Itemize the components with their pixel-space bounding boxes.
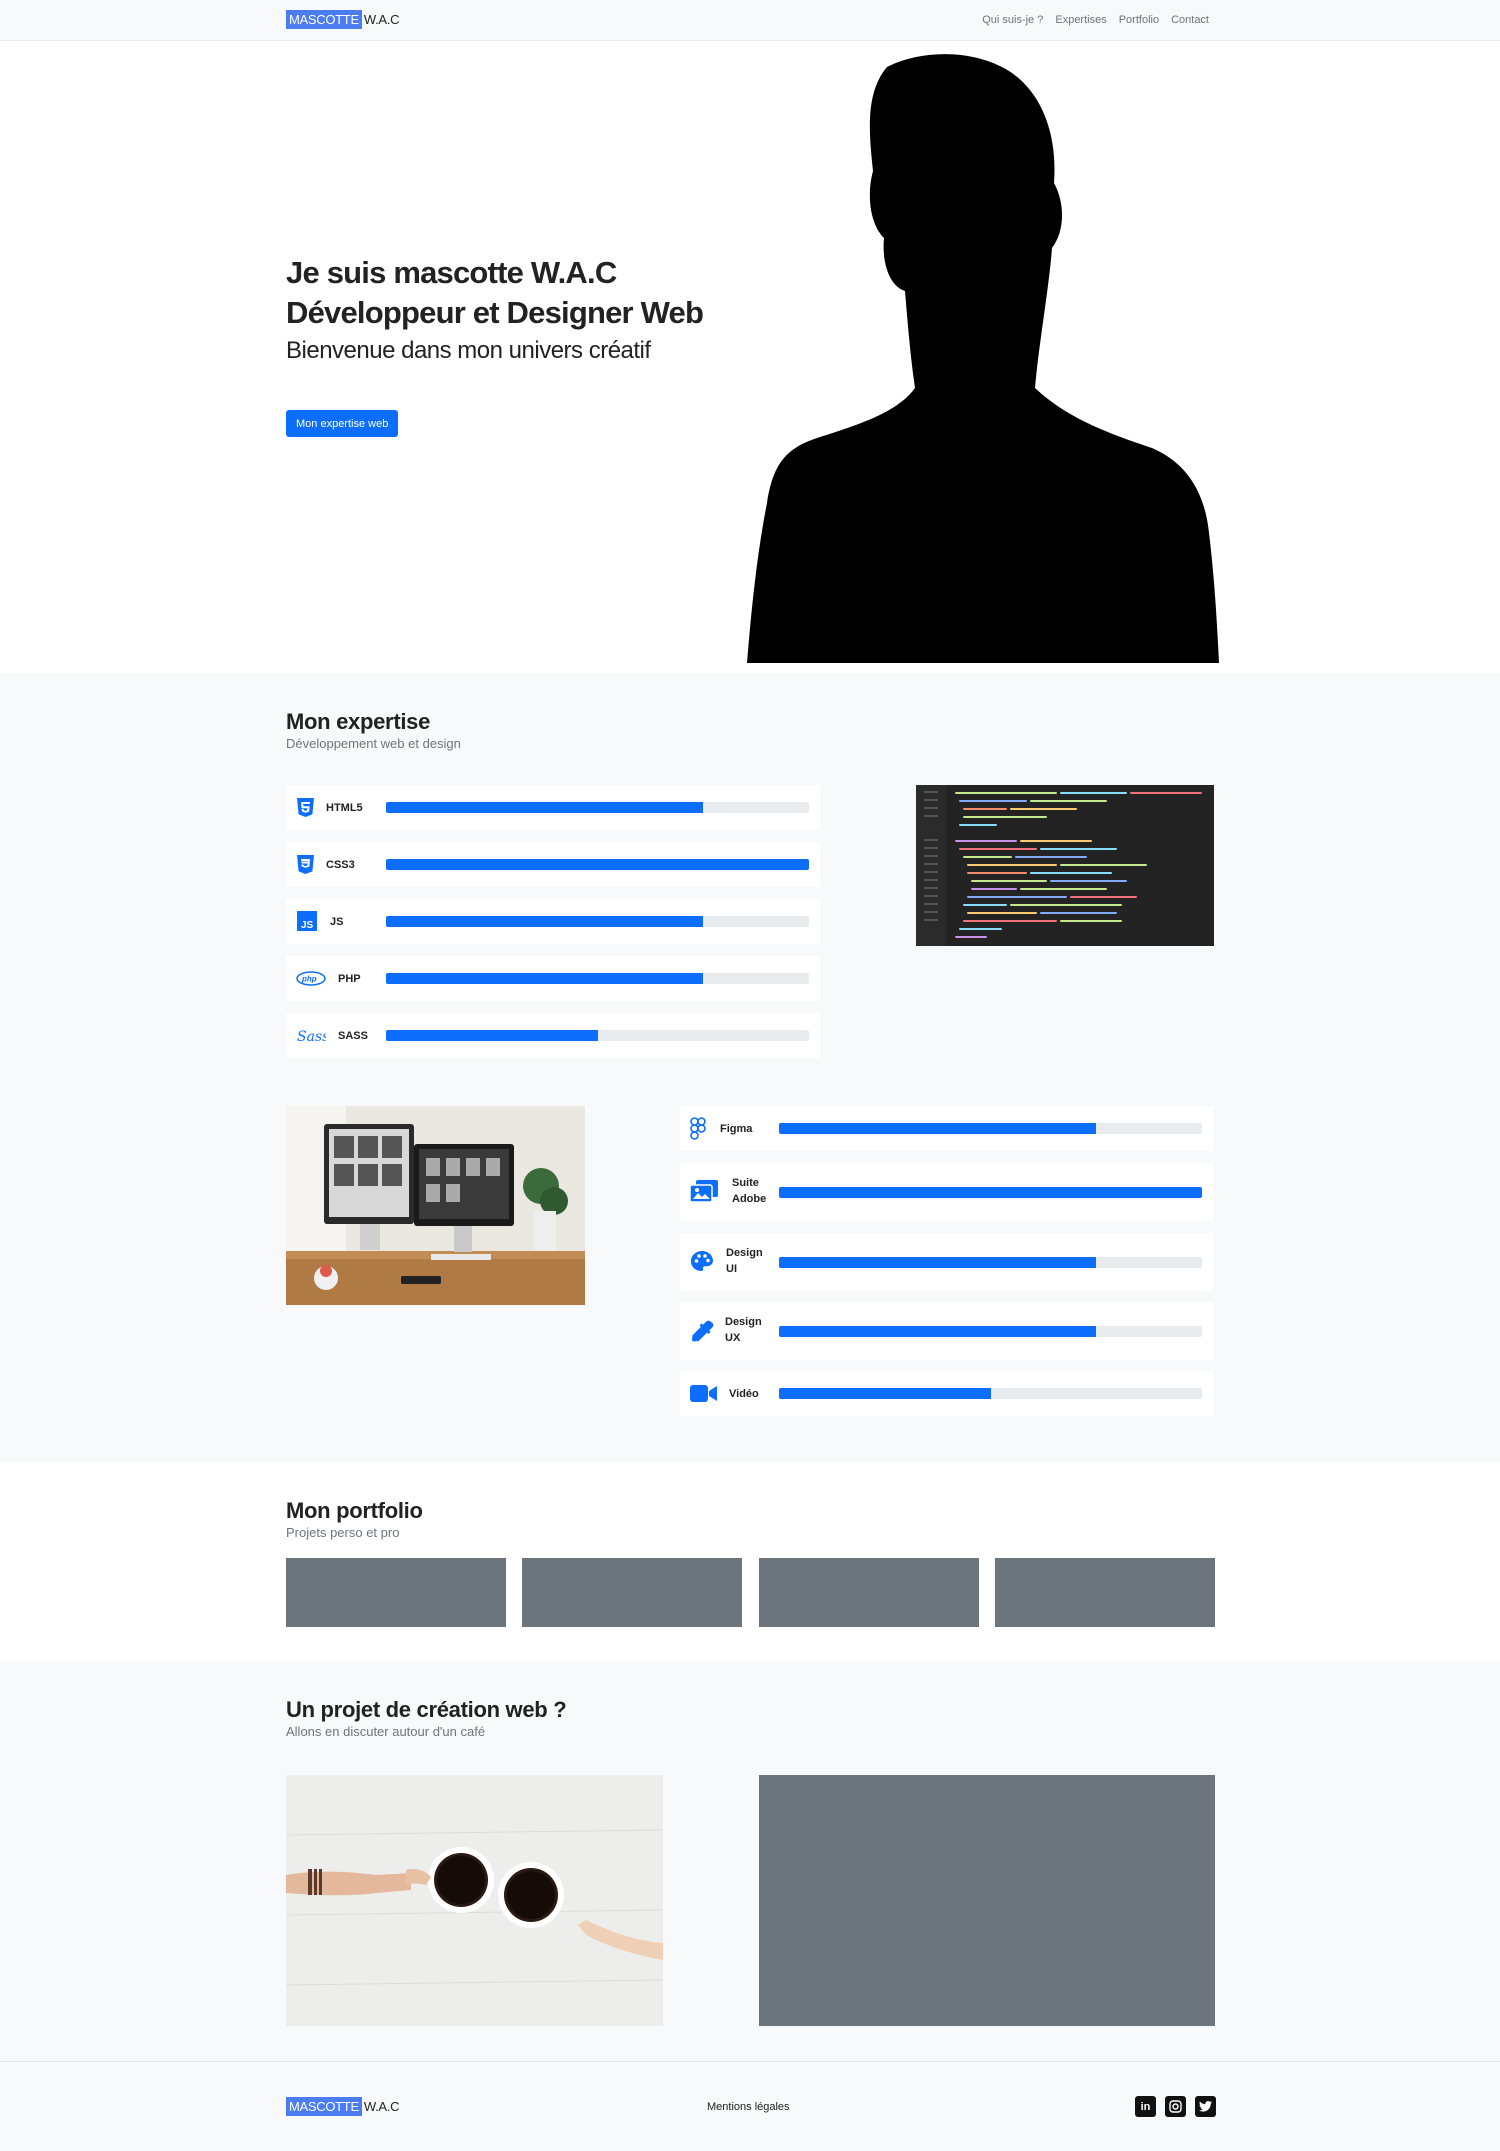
skill-level-bar (779, 1326, 1097, 1337)
skill-level-bar (386, 802, 704, 813)
js-icon: JS (297, 911, 317, 931)
svg-text:JS: JS (301, 920, 314, 931)
skill-level-bar (779, 1257, 1097, 1268)
skill-track (386, 973, 809, 984)
hero-title-line2: Développeur et Designer Web (286, 295, 704, 330)
legal-notice-link[interactable]: Mentions légales (707, 2101, 790, 2113)
portfolio-tile[interactable] (522, 1558, 742, 1627)
instagram-icon[interactable] (1165, 2096, 1186, 2117)
skill-level-bar (779, 1388, 991, 1399)
brand-logo[interactable]: MASCOTTE W.A.C (286, 10, 399, 29)
skill-row-php: php PHP (286, 956, 820, 1001)
portfolio-tile[interactable] (759, 1558, 979, 1627)
social-links: in (1135, 2096, 1216, 2117)
images-icon (690, 1180, 718, 1203)
portfolio-title: Mon portfolio (286, 1498, 423, 1523)
skill-track (779, 1388, 1202, 1399)
html5-icon (297, 798, 314, 817)
palette-icon (691, 1251, 713, 1271)
nav-links: Qui suis-je ? Expertises Portfolio Conta… (982, 14, 1209, 26)
skill-label-css3: CSS3 (326, 859, 355, 871)
skill-track (779, 1123, 1202, 1134)
php-icon: php (296, 971, 326, 986)
skill-row-html5: HTML5 (286, 785, 820, 830)
code-editor-image (916, 785, 1214, 946)
portfolio-section: Mon portfolio Projets perso et pro (0, 1462, 1500, 1661)
skill-row-suite-adobe: Suite Adobe (680, 1163, 1213, 1221)
figma-icon (690, 1117, 706, 1140)
skill-level-bar (779, 1123, 1097, 1134)
skill-level-bar (386, 973, 704, 984)
skill-row-js: JS JS (286, 899, 820, 944)
skill-level-bar (386, 916, 704, 927)
skill-row-design-ux: Design UX (680, 1302, 1213, 1360)
skill-track (386, 859, 809, 870)
brand-rest: W.A.C (363, 2099, 400, 2114)
skill-label-video: Vidéo (729, 1388, 759, 1400)
brand-rest: W.A.C (363, 12, 400, 27)
video-camera-icon (690, 1385, 717, 1402)
skill-level-bar (386, 859, 809, 870)
skill-label-sass: SASS (338, 1030, 368, 1042)
eyedropper-icon (692, 1320, 714, 1342)
skill-label-html5: HTML5 (326, 802, 363, 814)
skill-track (779, 1326, 1202, 1337)
skill-label-suite-adobe: Suite Adobe (732, 1177, 767, 1205)
svg-text:php: php (301, 975, 317, 984)
skill-label-figma: Figma (720, 1123, 753, 1135)
sass-icon: Sass (297, 1029, 326, 1045)
nav-link-portfolio[interactable]: Portfolio (1119, 14, 1159, 26)
svg-text:Sass: Sass (297, 1029, 326, 1045)
skill-label-design-ux: Design UX (725, 1316, 762, 1344)
coffee-cups-image (286, 1775, 663, 2026)
skill-row-sass: Sass SASS (286, 1013, 820, 1058)
skill-track (386, 916, 809, 927)
skill-row-css3: CSS3 (286, 842, 820, 887)
skill-row-video: Vidéo (680, 1371, 1213, 1416)
skill-level-bar (779, 1187, 1202, 1198)
hero-title: Je suis mascotte W.A.C Développeur et De… (286, 253, 704, 333)
skill-label-php: PHP (338, 973, 361, 985)
desk-monitors-image (286, 1106, 585, 1305)
linkedin-icon[interactable]: in (1135, 2096, 1156, 2117)
hero-subtitle: Bienvenue dans mon univers créatif (286, 337, 651, 364)
nav-link-contact[interactable]: Contact (1171, 14, 1209, 26)
skill-row-design-ui: Design UI (680, 1233, 1213, 1291)
nav-link-expertises[interactable]: Expertises (1055, 14, 1106, 26)
contact-placeholder-box (759, 1775, 1215, 2026)
skill-label-js: JS (330, 916, 344, 928)
skill-track (779, 1257, 1202, 1268)
person-silhouette-image (747, 54, 1219, 663)
contact-subtitle: Allons en discuter autour d'un café (286, 1724, 486, 1739)
portfolio-tile[interactable] (995, 1558, 1215, 1627)
expertise-section: Mon expertise Développement web et desig… (0, 673, 1500, 1462)
contact-title: Un projet de création web ? (286, 1697, 567, 1722)
brand-highlight: MASCOTTE (286, 10, 362, 29)
skill-track (386, 802, 809, 813)
skill-label-design-ui: Design UI (726, 1247, 763, 1275)
top-navbar: MASCOTTE W.A.C Qui suis-je ? Expertises … (0, 0, 1500, 41)
skill-level-bar (386, 1030, 598, 1041)
portfolio-subtitle: Projets perso et pro (286, 1525, 400, 1540)
footer: MASCOTTE W.A.C Mentions légales in (0, 2061, 1500, 2151)
skill-track (779, 1187, 1202, 1198)
nav-link-qui-suis-je[interactable]: Qui suis-je ? (982, 14, 1043, 26)
expertise-cta-button[interactable]: Mon expertise web (286, 410, 399, 437)
hero-title-line1: Je suis mascotte W.A.C (286, 255, 617, 290)
expertise-subtitle: Développement web et design (286, 736, 461, 751)
footer-brand-logo[interactable]: MASCOTTE W.A.C (286, 2097, 399, 2116)
hero-section: Je suis mascotte W.A.C Développeur et De… (0, 41, 1500, 673)
expertise-title: Mon expertise (286, 709, 431, 734)
brand-highlight: MASCOTTE (286, 2097, 362, 2116)
twitter-icon[interactable] (1195, 2096, 1216, 2117)
contact-section: Un projet de création web ? Allons en di… (0, 1661, 1500, 2061)
skill-track (386, 1030, 809, 1041)
skill-row-figma: Figma (680, 1106, 1213, 1151)
css3-icon (297, 855, 314, 874)
portfolio-tile[interactable] (286, 1558, 506, 1627)
